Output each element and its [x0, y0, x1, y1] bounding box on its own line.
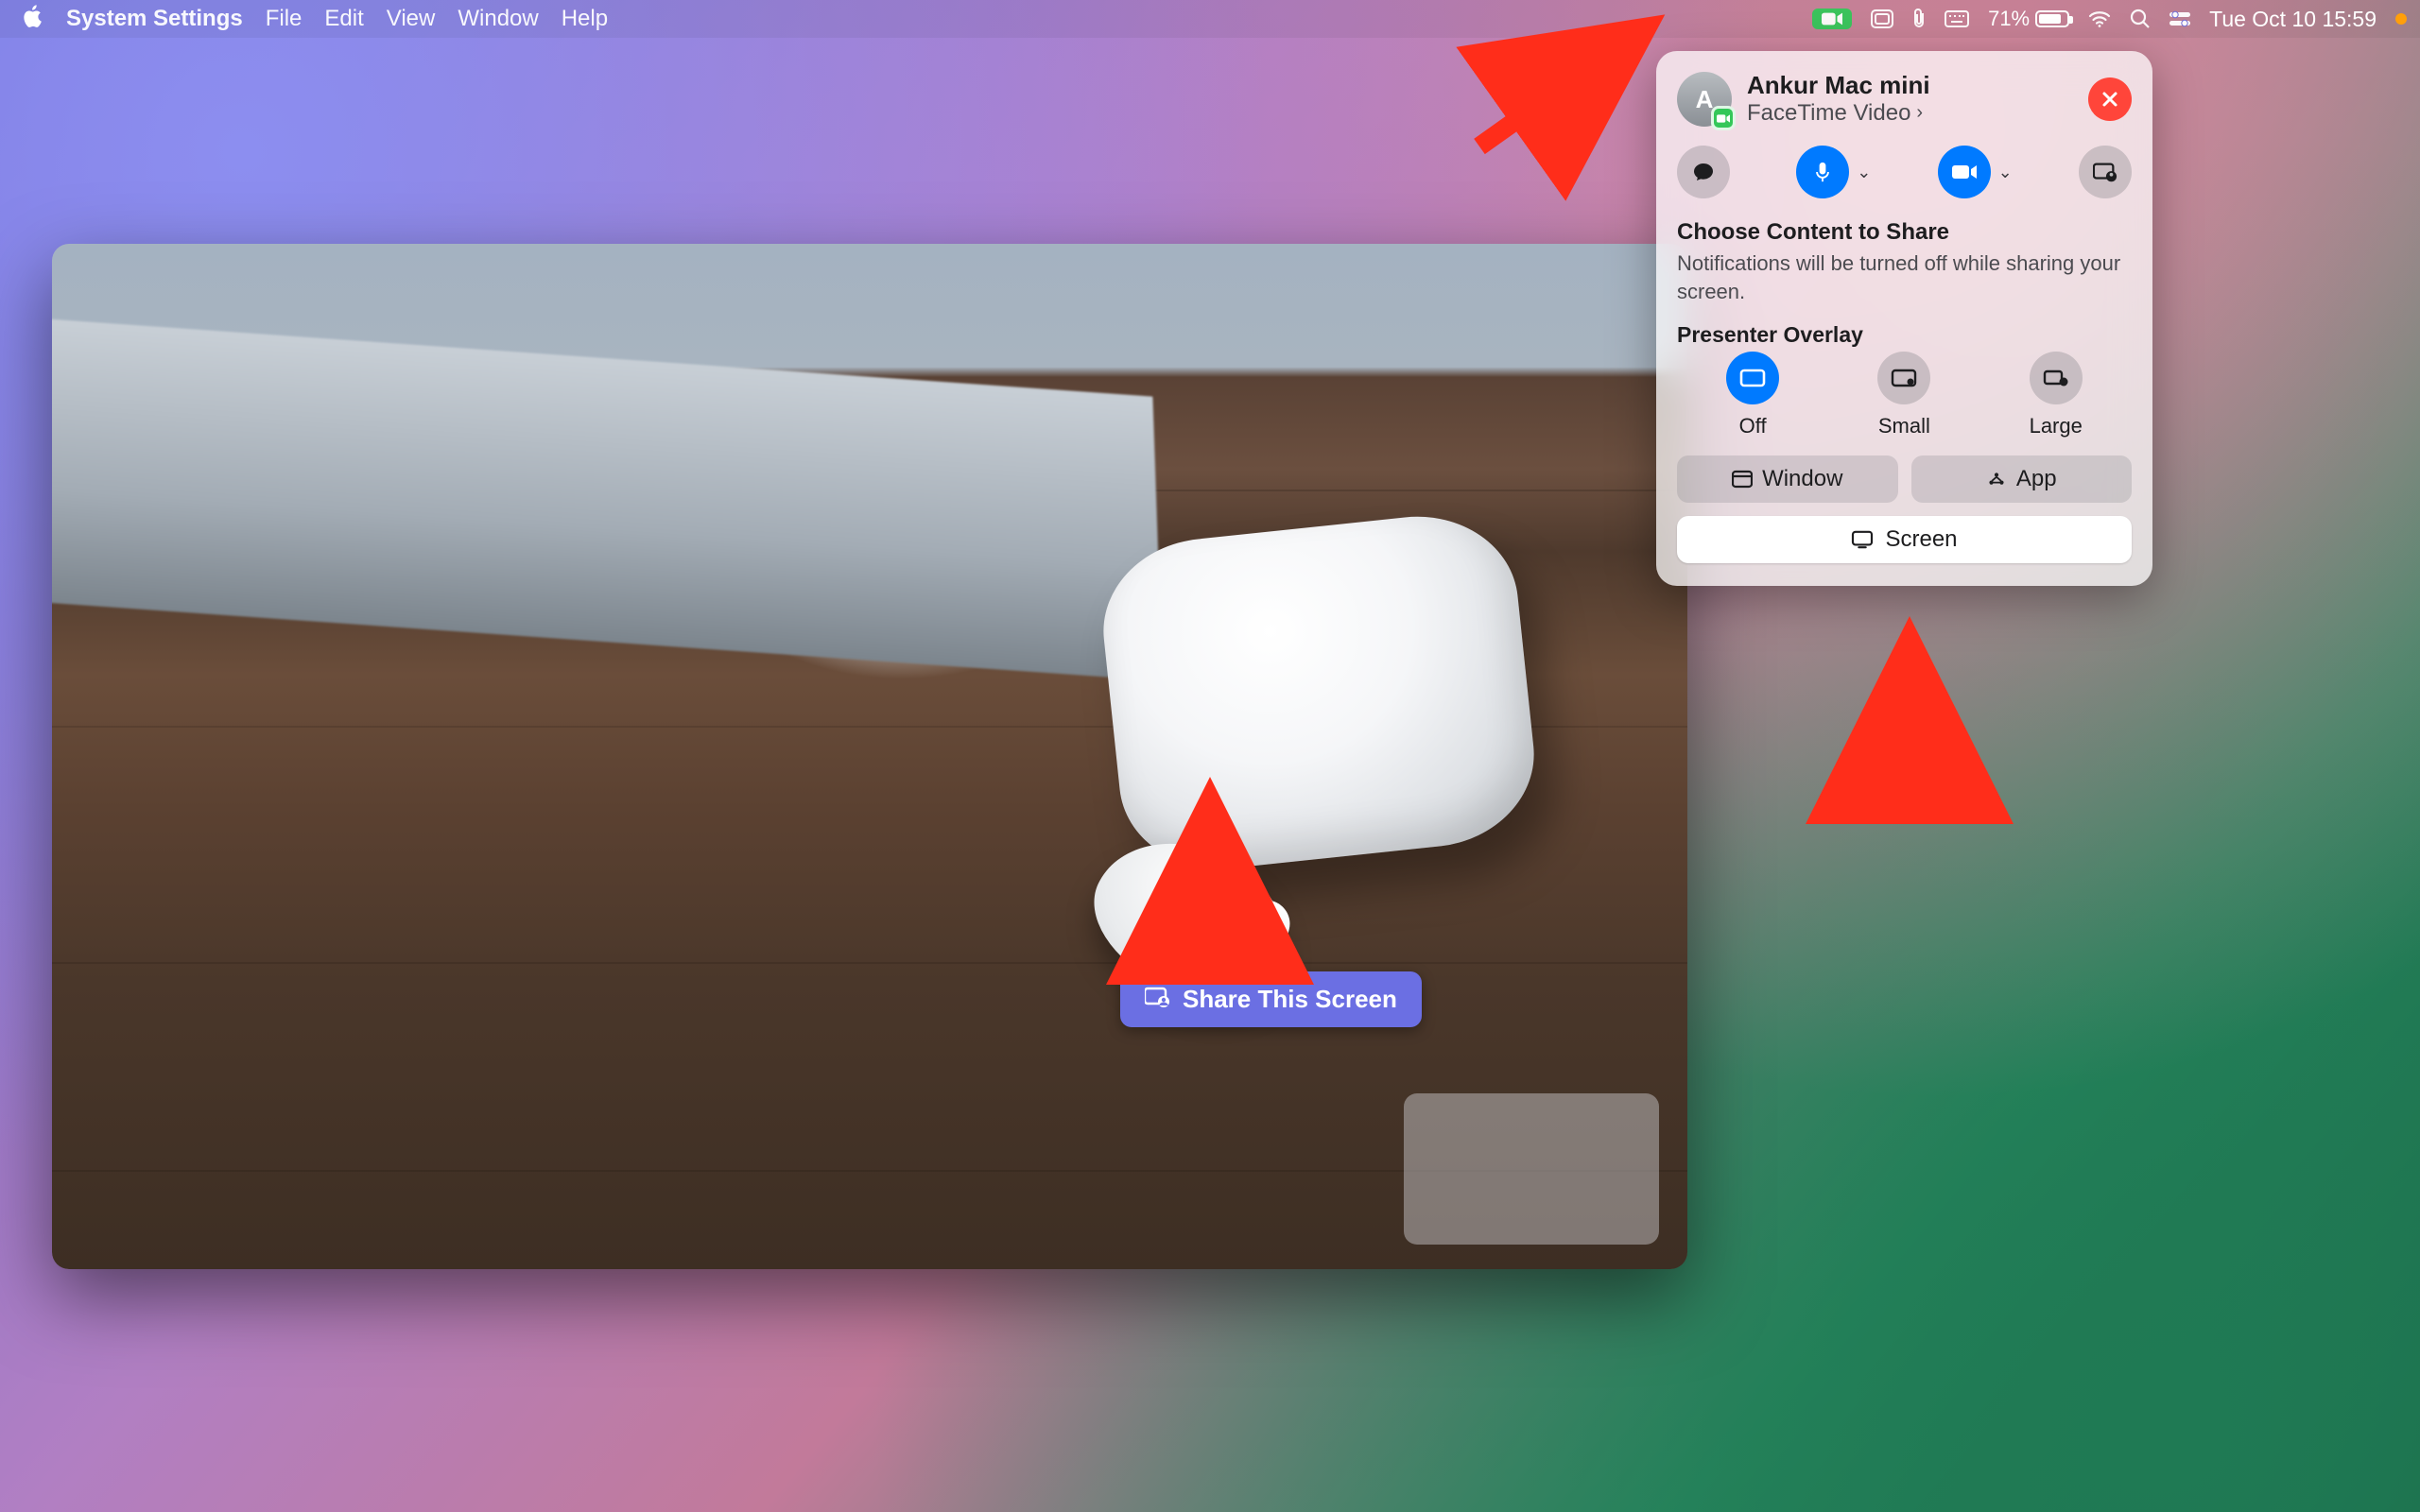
overlay-off-label: Off	[1739, 414, 1767, 438]
facetime-status-icon[interactable]	[1812, 9, 1852, 29]
overlay-option-small[interactable]: Small	[1877, 352, 1930, 438]
share-window-button[interactable]: Window	[1677, 455, 1898, 503]
menubar-clock[interactable]: Tue Oct 10 15:59	[2209, 7, 2377, 32]
menu-edit[interactable]: Edit	[324, 6, 363, 32]
choose-content-title: Choose Content to Share	[1677, 219, 2132, 246]
share-screen-label: Screen	[1885, 526, 1957, 553]
wifi-icon[interactable]	[2088, 10, 2111, 27]
privacy-indicator-dot	[2395, 13, 2407, 25]
choose-content-subtitle: Notifications will be turned off while s…	[1677, 249, 2132, 305]
menu-file[interactable]: File	[266, 6, 302, 32]
caller-name: Ankur Mac mini	[1747, 72, 1930, 100]
menu-help[interactable]: Help	[562, 6, 608, 32]
spotlight-icon[interactable]	[2130, 9, 2151, 29]
share-this-screen-button[interactable]: Share This Screen	[1120, 971, 1422, 1027]
end-call-button[interactable]	[2088, 77, 2132, 121]
self-view-pip[interactable]	[1404, 1093, 1659, 1245]
facetime-badge-icon	[1711, 106, 1736, 130]
active-app-name[interactable]: System Settings	[66, 6, 243, 32]
facetime-menu-popover: A Ankur Mac mini FaceTime Video › ⌄ ⌄	[1656, 51, 2152, 586]
attachment-icon[interactable]	[1912, 8, 1926, 30]
facetime-window[interactable]: Share This Screen	[52, 244, 1687, 1269]
overlay-large-label: Large	[2030, 414, 2083, 438]
share-window-label: Window	[1762, 466, 1842, 492]
screen-share-control-button[interactable]	[2079, 146, 2132, 198]
share-this-screen-label: Share This Screen	[1183, 985, 1397, 1014]
share-app-button[interactable]: App	[1911, 455, 2133, 503]
battery-percent-label: 71%	[1988, 7, 2030, 31]
battery-icon	[2035, 10, 2069, 27]
menubar: System Settings File Edit View Window He…	[0, 0, 2420, 38]
call-type-row[interactable]: FaceTime Video ›	[1747, 100, 1930, 127]
apple-menu-icon[interactable]	[21, 5, 43, 34]
camera-view-airpods-case	[1095, 507, 1543, 879]
avatar-initial: A	[1696, 85, 1714, 114]
screen-share-icon	[1145, 985, 1169, 1014]
presenter-overlay-title: Presenter Overlay	[1677, 322, 2132, 348]
share-screen-button[interactable]: Screen	[1677, 516, 2132, 563]
chevron-right-icon: ›	[1916, 102, 1923, 124]
keyboard-input-icon[interactable]	[1945, 10, 1969, 27]
menu-window[interactable]: Window	[458, 6, 538, 32]
overlay-option-large[interactable]: Large	[2030, 352, 2083, 438]
call-type-label: FaceTime Video	[1747, 100, 1910, 127]
menu-view[interactable]: View	[387, 6, 436, 32]
chevron-down-icon[interactable]: ⌄	[1857, 163, 1871, 182]
battery-status[interactable]: 71%	[1988, 7, 2069, 31]
microphone-button[interactable]: ⌄	[1796, 146, 1871, 198]
camera-view-laptop	[52, 317, 1163, 680]
share-app-label: App	[2016, 466, 2057, 492]
stage-manager-icon[interactable]	[1871, 9, 1893, 28]
overlay-option-off[interactable]: Off	[1726, 352, 1779, 438]
messages-button[interactable]	[1677, 146, 1730, 198]
camera-button[interactable]: ⌄	[1938, 146, 2013, 198]
caller-avatar[interactable]: A	[1677, 72, 1732, 127]
overlay-small-label: Small	[1878, 414, 1930, 438]
control-center-icon[interactable]	[2169, 10, 2190, 27]
chevron-down-icon[interactable]: ⌄	[1998, 163, 2013, 182]
